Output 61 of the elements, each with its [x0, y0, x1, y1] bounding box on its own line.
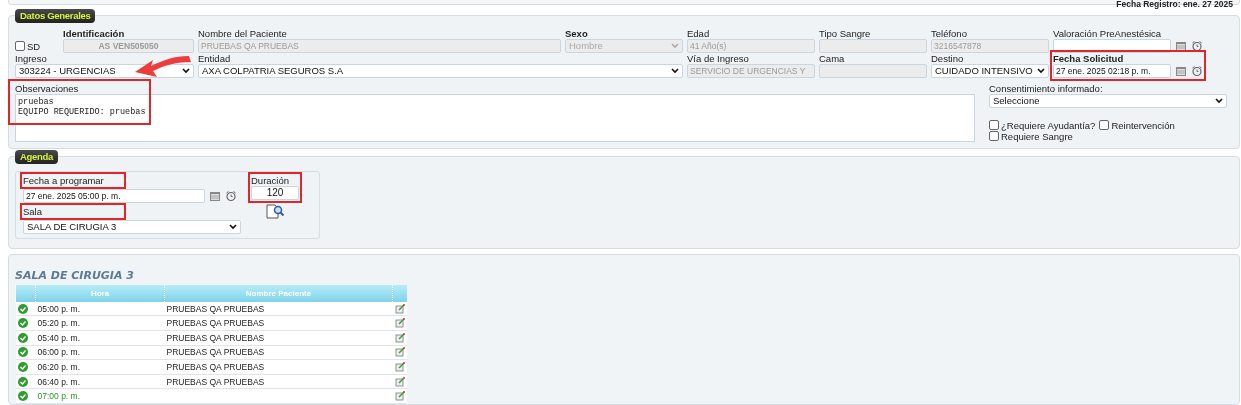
select-field[interactable]: AXA COLPATRIA SEGUROS S.A — [198, 63, 683, 78]
field-label: Nombre del Paciente — [198, 27, 288, 39]
section-legend: Datos Generales — [15, 8, 96, 23]
select-field[interactable]: SALA DE CIRUGIA 3 — [23, 219, 241, 234]
field-label: Destino — [931, 52, 965, 64]
chevron-icon — [182, 67, 190, 74]
schedule-title: SALA DE CIRUGIA 3 — [15, 268, 135, 282]
field-label: Duración — [251, 174, 290, 186]
checkbox-label: Requiere Sangre — [1001, 130, 1073, 142]
field-label: Sexo — [565, 27, 589, 39]
chevron-icon — [1215, 97, 1223, 104]
edit-icon[interactable] — [394, 318, 405, 329]
checkbox[interactable] — [989, 131, 999, 142]
select-field[interactable]: 303224 - URGENCIAS — [15, 63, 194, 78]
section-legend: Agenda — [15, 149, 59, 164]
checkbox[interactable] — [989, 120, 999, 131]
field-label: Valoración PreAnestésica — [1053, 27, 1162, 39]
column-header: Nombre Paciente — [164, 284, 393, 302]
field-label: Fecha a programar — [23, 174, 104, 186]
edit-icon[interactable] — [394, 376, 405, 387]
chevron-icon — [1037, 67, 1045, 74]
edit-icon[interactable] — [394, 332, 405, 343]
alarm-clock-icon[interactable] — [1191, 64, 1203, 77]
edit-icon[interactable] — [394, 303, 405, 314]
calendar-icon[interactable] — [1175, 64, 1187, 77]
field-label: Edad — [687, 27, 711, 39]
select-field[interactable]: CUIDADO INTENSIVO — [931, 63, 1049, 78]
edit-icon[interactable] — [394, 362, 405, 372]
calendar-icon[interactable] — [209, 189, 221, 202]
field-label: Vía de Ingreso — [687, 52, 750, 64]
field-label: Sala — [23, 205, 42, 217]
edit-icon[interactable] — [394, 347, 405, 358]
checkbox-label: Reintervención — [1111, 119, 1175, 131]
date-field[interactable]: 27 ene. 2025 05:00 p. m. — [23, 188, 205, 203]
registration-date: Fecha Registro: ene. 27 2025 — [1116, 0, 1233, 9]
field-label: Observaciones — [15, 82, 80, 94]
date-field[interactable]: 27 ene. 2025 02:18 p. m. — [1053, 63, 1171, 78]
field-label: Teléfono — [931, 27, 968, 39]
checkbox-label: SD — [27, 40, 41, 52]
chevron-icon — [671, 42, 679, 49]
alarm-clock-icon[interactable] — [1191, 39, 1203, 52]
alarm-clock-icon[interactable] — [225, 189, 237, 202]
field-label: Fecha Solicitud — [1053, 52, 1124, 64]
field-label: Cama — [819, 52, 846, 64]
calendar-icon[interactable] — [1175, 39, 1187, 52]
checkbox-label: ¿Requiere Ayudantía? — [1001, 119, 1096, 131]
search-document-icon[interactable] — [265, 201, 285, 220]
field-label: Tipo Sangre — [819, 27, 872, 39]
duration-field[interactable]: 120 — [251, 185, 299, 200]
field-label: Entidad — [198, 52, 232, 64]
column-header: Hora — [35, 284, 165, 302]
checkbox[interactable] — [15, 41, 25, 52]
edit-icon[interactable] — [394, 391, 405, 402]
chevron-icon — [671, 67, 679, 74]
field-label: Identificación — [63, 27, 126, 39]
checkbox[interactable] — [1099, 120, 1110, 131]
chevron-icon — [229, 223, 237, 230]
observations-textarea[interactable]: pruebas EQUIPO REQUERIDO: pruebas — [15, 93, 975, 142]
field-label: Consentimiento informado: — [989, 82, 1104, 94]
field-label: Ingreso — [15, 52, 48, 64]
select-field[interactable]: Seleccione — [989, 93, 1227, 108]
